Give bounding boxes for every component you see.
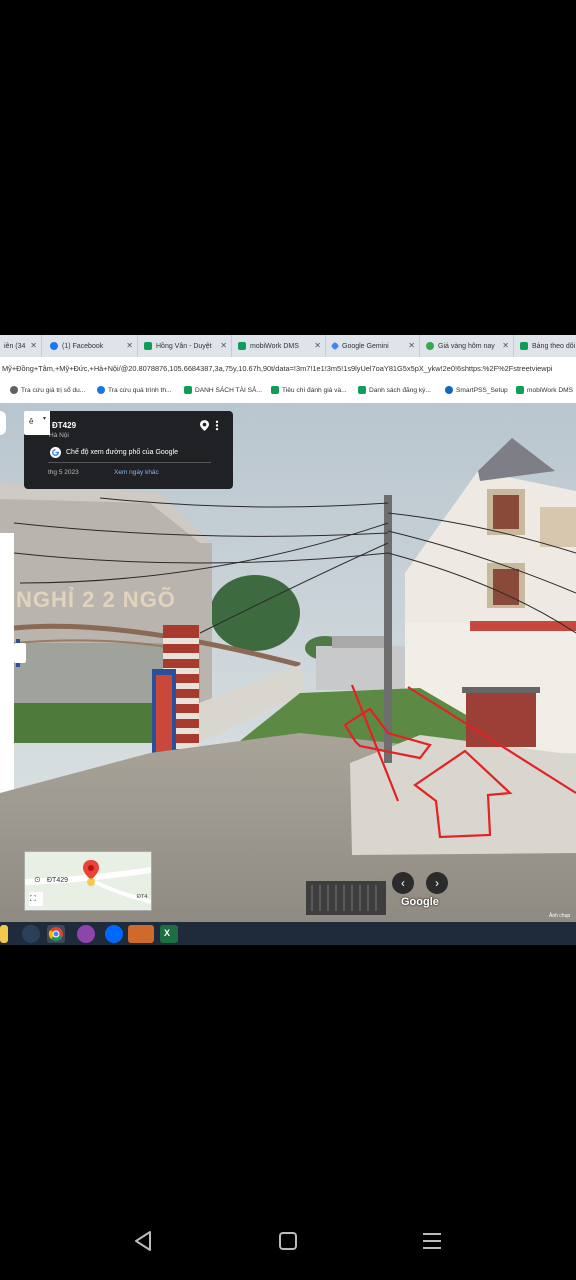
location-info-card: ĐT429 Hà Nội Chế độ xem đường phố của Go… [24,411,233,489]
expand-map-icon[interactable]: ⛶ [30,894,36,904]
tab-label: Giá vàng hôm nay [438,342,495,350]
tab-label: Google Gemini [342,342,389,350]
tab-3[interactable]: mobiWork DMS ✕ [234,335,326,357]
gold-icon [426,342,434,350]
sheets-icon [184,386,192,394]
tab-label: mobiWork DMS [250,342,299,350]
pegman-pin-icon [83,860,99,886]
tab-4[interactable]: Google Gemini ✕ [328,335,420,357]
prev-arrow-button[interactable]: ‹ [392,872,414,894]
tab-label: Hồng Vân - Duyệt [156,342,212,350]
minimap-road-label-2: ĐT4 [137,894,148,900]
divider [48,462,211,463]
chevron-right-icon: › [435,876,439,890]
location-subtitle: Hà Nội [49,432,69,439]
sheets-icon [520,342,528,350]
mode-label: Chế độ xem đường phố của Google [66,448,179,456]
sheets-icon [516,386,524,394]
minimap-road-label: ĐT429 [47,877,69,884]
back-icon[interactable] [133,1230,153,1252]
tab-label: Bảng theo dõi [532,342,576,350]
close-tab-icon[interactable]: ✕ [30,341,37,350]
tab-label: iên (34 [4,342,26,350]
chevron-left-icon: ‹ [401,876,405,890]
back-button[interactable]: ê ▾ [24,411,50,435]
tab-0[interactable]: iên (34 ✕ [0,335,42,357]
more-options-icon[interactable] [215,420,219,431]
bookmark-label: Danh sách đăng ký... [369,386,431,394]
recents-icon[interactable] [422,1231,442,1251]
file-explorer-icon[interactable] [0,925,8,943]
collapse-panel-button[interactable] [14,643,26,663]
capture-date: thg 5 2023 [48,469,79,476]
map-pin-icon[interactable] [200,420,209,431]
bookmark-1[interactable]: Tra cứu quá trình th... [97,386,172,394]
close-tab-icon[interactable]: ✕ [408,341,415,350]
bookmark-label: DANH SÁCH TÀI SẢ... [195,386,262,394]
browser-tab-bar: iên (34 ✕ (1) Facebook ✕ Hồng Vân - Duyệ… [0,335,576,357]
minimap[interactable]: ⊙ ĐT429 ĐT4 ⛶ [24,851,152,911]
next-arrow-button[interactable]: › [426,872,448,894]
sheets-icon [358,386,366,394]
facebook-icon [50,342,58,350]
minimap-dot-icon: ⊙ [34,875,41,884]
close-tab-icon[interactable]: ✕ [502,341,509,350]
tab-6[interactable]: Bảng theo dõi [516,335,576,357]
tab-5[interactable]: Giá vàng hôm nay ✕ [422,335,514,357]
shop-sign: NGHỈ 2 2 NGÕ [16,587,176,612]
home-icon[interactable] [279,1232,297,1250]
bookmark-3[interactable]: Tiêu chí đánh giá và... [271,386,347,394]
excel-icon[interactable]: X [160,925,178,943]
bookmark-4[interactable]: Danh sách đăng ký... [358,386,431,394]
globe-icon [97,386,105,394]
bookmark-label: Tiêu chí đánh giá và... [282,386,347,394]
chevron-down-icon: ▾ [43,416,47,422]
zalo-icon[interactable] [105,925,123,943]
google-g-icon [50,446,61,458]
gemini-icon [330,341,340,351]
back-glyph: ê [29,417,34,426]
bookmark-label: mobiWork DMS [527,386,574,394]
bookmark-label: Tra cứu quá trình th... [108,386,172,394]
close-tab-icon[interactable]: ✕ [126,341,133,350]
side-panel-edge [0,411,6,435]
tab-label: (1) Facebook [62,342,104,350]
location-title: ĐT429 [52,421,77,430]
street-view-mode: Chế độ xem đường phố của Google [50,444,200,460]
address-bar[interactable]: Mỹ+Đồng+Tâm,+Mỹ+Đức,+Hà+Nội/@20.8078876,… [0,357,576,382]
bookmark-0[interactable]: Tra cứu giá trị sổ du... [10,386,85,394]
tab-1[interactable]: (1) Facebook ✕ [46,335,138,357]
smartpss-icon [445,386,453,394]
chrome-icon[interactable] [47,925,65,943]
app-icon[interactable] [77,925,95,943]
windows-taskbar: X [0,922,576,945]
sheets-icon [144,342,152,350]
bookmark-5[interactable]: SmartPSS_Setup [445,386,508,394]
sheets-icon [238,342,246,350]
bookmarks-bar: Tra cứu giá trị sổ du... Tra cứu quá trì… [0,381,576,404]
tab-2[interactable]: Hồng Vân - Duyệt ✕ [140,335,232,357]
image-credit: Ảnh chụp [549,913,571,919]
google-watermark: Google [401,896,439,908]
other-dates-link[interactable]: Xem ngày khác [114,469,159,476]
app-orange-icon[interactable] [128,925,154,943]
globe-icon [10,386,18,394]
close-tab-icon[interactable]: ✕ [314,341,321,350]
close-tab-icon[interactable]: ✕ [220,341,227,350]
bookmark-2[interactable]: DANH SÁCH TÀI SẢ... [184,386,262,394]
bookmark-6[interactable]: mobiWork DMS [516,386,573,394]
sheets-icon [271,386,279,394]
url-text[interactable]: Mỹ+Đồng+Tâm,+Mỹ+Đức,+Hà+Nội/@20.8078876,… [2,364,576,373]
bookmark-label: Tra cứu giá trị sổ du... [21,386,86,394]
media-icon[interactable] [22,925,40,943]
bookmark-label: SmartPSS_Setup [456,386,508,394]
